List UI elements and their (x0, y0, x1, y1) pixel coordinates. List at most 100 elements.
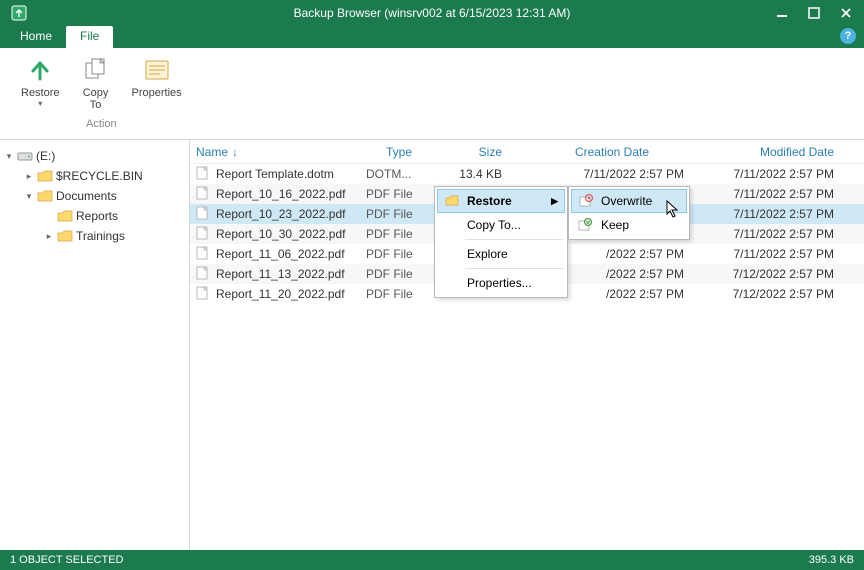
ctx-properties[interactable]: Properties... (437, 271, 565, 295)
col-type[interactable]: Type (366, 145, 432, 159)
file-type: PDF File (366, 267, 432, 281)
tree-label: Reports (76, 209, 118, 223)
properties-button[interactable]: Properties (125, 52, 189, 114)
folder-open-icon (37, 189, 53, 203)
file-modified-date: 7/12/2022 2:57 PM (692, 267, 864, 281)
tree-label: (E:) (36, 149, 55, 163)
file-icon (196, 286, 210, 302)
tree-trainings[interactable]: ▸ Trainings (0, 226, 189, 246)
tab-file[interactable]: File (66, 26, 113, 48)
file-name: Report_11_20_2022.pdf (216, 287, 345, 301)
properties-icon (141, 55, 173, 85)
file-size: 13.4 KB (432, 167, 532, 181)
context-menu: Restore ▶ Copy To... Explore Properties.… (434, 186, 568, 298)
file-icon (196, 166, 210, 182)
file-icon (196, 246, 210, 262)
file-type: DOTM... (366, 167, 432, 181)
close-button[interactable] (832, 3, 860, 23)
ctx-copy-to[interactable]: Copy To... (437, 213, 565, 237)
ctx-label: Copy To... (467, 218, 521, 232)
file-modified-date: 7/12/2022 2:57 PM (692, 287, 864, 301)
file-type: PDF File (366, 207, 432, 221)
maximize-button[interactable] (800, 3, 828, 23)
separator (465, 239, 563, 240)
separator (465, 268, 563, 269)
copy-to-label: Copy To (83, 87, 109, 111)
collapse-icon[interactable]: ▾ (4, 151, 14, 162)
chevron-down-icon (38, 99, 42, 108)
tree-label: Documents (56, 189, 117, 203)
tree-recycle[interactable]: ▸ $RECYCLE.BIN (0, 166, 189, 186)
file-type: PDF File (366, 227, 432, 241)
submenu-overwrite[interactable]: Overwrite (571, 189, 687, 213)
col-name[interactable]: Name ↓ (196, 145, 366, 159)
ctx-label: Properties... (467, 276, 532, 290)
col-size[interactable]: Size (432, 145, 532, 159)
status-selected: 1 OBJECT SELECTED (10, 554, 124, 566)
file-type: PDF File (366, 187, 432, 201)
copy-to-button[interactable]: Copy To (73, 52, 119, 114)
titlebar: File Tools Backup Browser (winsrv002 at … (0, 0, 864, 26)
app-icon (10, 4, 28, 22)
minimize-button[interactable] (768, 3, 796, 23)
file-creation-date: 7/11/2022 2:57 PM (532, 167, 692, 181)
file-type: PDF File (366, 287, 432, 301)
file-name: Report_10_30_2022.pdf (216, 227, 345, 241)
statusbar: 1 OBJECT SELECTED 395.3 KB (0, 550, 864, 570)
tree-documents[interactable]: ▾ Documents (0, 186, 189, 206)
table-row[interactable]: Report Template.dotmDOTM...13.4 KB7/11/2… (190, 164, 864, 184)
overwrite-icon (578, 193, 594, 209)
file-icon (196, 206, 210, 222)
restore-button[interactable]: Restore (14, 52, 67, 114)
ctx-label: Explore (467, 247, 508, 261)
help-icon[interactable]: ? (840, 28, 856, 44)
file-list: Name ↓ Type Size Creation Date Modified … (190, 140, 864, 550)
properties-label: Properties (132, 87, 182, 99)
submenu-keep[interactable]: Keep (571, 213, 687, 237)
file-icon (196, 186, 210, 202)
tree-label: Trainings (76, 229, 125, 243)
window-title: Backup Browser (winsrv002 at 6/15/2023 1… (294, 6, 571, 20)
drive-icon (17, 149, 33, 163)
column-headers: Name ↓ Type Size Creation Date Modified … (190, 140, 864, 164)
ctx-restore[interactable]: Restore ▶ (437, 189, 565, 213)
expand-icon[interactable]: ▸ (44, 231, 54, 242)
file-type: PDF File (366, 247, 432, 261)
folder-icon (57, 229, 73, 243)
file-name: Report_11_06_2022.pdf (216, 247, 345, 261)
tab-home[interactable]: Home (6, 26, 66, 48)
folder-icon (37, 169, 53, 183)
ribbon-tabstrip: Home File ? (0, 26, 864, 48)
file-modified-date: 7/11/2022 2:57 PM (692, 167, 864, 181)
submenu-arrow-icon: ▶ (551, 196, 558, 207)
file-icon (196, 226, 210, 242)
collapse-icon[interactable]: ▾ (24, 191, 34, 202)
file-modified-date: 7/11/2022 2:57 PM (692, 187, 864, 201)
copy-icon (80, 55, 112, 85)
ctx-label: Restore (467, 194, 512, 208)
file-name: Report Template.dotm (216, 167, 334, 181)
ctx-explore[interactable]: Explore (437, 242, 565, 266)
tree-reports[interactable]: Reports (0, 206, 189, 226)
folder-tree: ▾ (E:) ▸ $RECYCLE.BIN ▾ Documents Report… (0, 140, 190, 550)
col-modified-date[interactable]: Modified Date (692, 145, 864, 159)
ribbon-group-label: Action (86, 118, 117, 130)
restore-submenu: Overwrite Keep (568, 186, 690, 240)
sort-down-icon: ↓ (232, 145, 238, 159)
file-name: Report_11_13_2022.pdf (216, 267, 345, 281)
col-creation-date[interactable]: Creation Date (532, 145, 692, 159)
restore-arrow-icon (24, 55, 56, 85)
folder-open-icon (444, 193, 460, 209)
file-modified-date: 7/11/2022 2:57 PM (692, 247, 864, 261)
tree-drive-root[interactable]: ▾ (E:) (0, 146, 189, 166)
submenu-label: Overwrite (601, 194, 652, 208)
status-size: 395.3 KB (809, 554, 854, 566)
ribbon: Restore Copy To Properties Action (0, 48, 864, 140)
submenu-label: Keep (601, 218, 629, 232)
file-icon (196, 266, 210, 282)
keep-icon (577, 217, 593, 233)
file-name: Report_10_16_2022.pdf (216, 187, 345, 201)
file-modified-date: 7/11/2022 2:57 PM (692, 227, 864, 241)
tree-label: $RECYCLE.BIN (56, 169, 143, 183)
expand-icon[interactable]: ▸ (24, 171, 34, 182)
